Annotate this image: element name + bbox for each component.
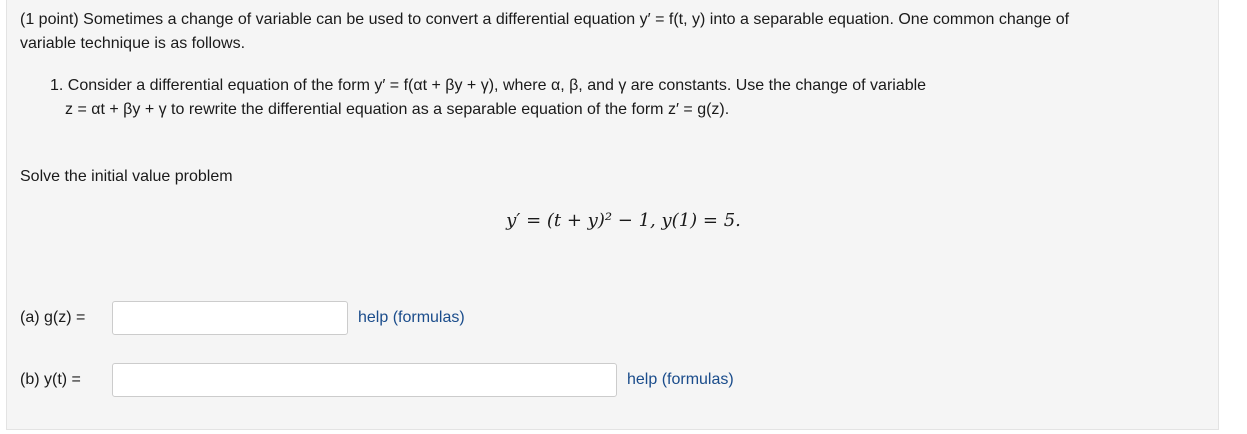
answer-row-b: (b) y(t) = help (formulas) xyxy=(20,363,734,397)
answer-row-a: (a) g(z) = help (formulas) xyxy=(20,301,465,335)
initial-value-problem-equation: y′ = (t + y)² − 1, y(1) = 5. xyxy=(506,210,741,231)
problem-container: (1 point) Sometimes a change of variable… xyxy=(6,0,1219,430)
answer-a-label: (a) g(z) = xyxy=(20,309,86,326)
answer-b-input[interactable] xyxy=(112,363,617,397)
help-formulas-link-b[interactable]: help (formulas) xyxy=(627,371,734,389)
answer-a-input[interactable] xyxy=(112,301,348,335)
item-line-1: 1. Consider a differential equation of t… xyxy=(50,77,927,94)
solve-instruction: Solve the initial value problem xyxy=(20,168,233,185)
problem-item-1: 1. Consider a differential equation of t… xyxy=(50,74,1200,122)
answer-b-label: (b) y(t) = xyxy=(20,371,81,388)
intro-line-1: (1 point) Sometimes a change of variable… xyxy=(20,11,1070,28)
problem-intro: (1 point) Sometimes a change of variable… xyxy=(20,8,1210,56)
help-formulas-link-a[interactable]: help (formulas) xyxy=(358,309,465,327)
intro-line-2: variable technique is as follows. xyxy=(20,35,246,52)
item-line-2: z = αt + βy + γ to rewrite the different… xyxy=(65,101,730,118)
